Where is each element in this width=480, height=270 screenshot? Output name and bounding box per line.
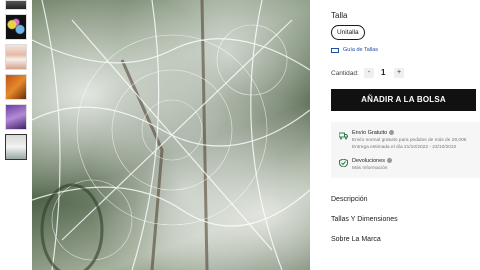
size-label: Talla xyxy=(331,11,348,20)
shipping-title: Envío Gratuito xyxy=(352,130,395,136)
main-product-image xyxy=(32,0,310,270)
thumbnail-0[interactable] xyxy=(5,0,27,10)
thumbnail-1[interactable] xyxy=(5,14,27,40)
shipping-line-2: Entrega estimada el día 21/10/2022 - 23/… xyxy=(352,145,457,150)
size-guide-link[interactable]: Guía de Tallas xyxy=(331,47,378,53)
info-icon[interactable] xyxy=(387,158,393,164)
info-icon[interactable] xyxy=(389,130,395,136)
sizes-section[interactable]: Tallas Y Dimensiones xyxy=(331,216,398,223)
spider-web-artwork xyxy=(32,0,310,270)
thumbnail-3[interactable] xyxy=(5,74,27,100)
quantity-minus-button[interactable]: - xyxy=(364,68,374,78)
thumbnail-4[interactable] xyxy=(5,104,27,130)
quantity-value: 1 xyxy=(381,68,386,77)
product-panel: Talla Unitalla Guía de Tallas Cantidad: … xyxy=(331,0,480,270)
truck-icon xyxy=(339,132,348,140)
shipping-info-box: Envío Gratuito Envío normal gratuito par… xyxy=(331,122,480,178)
description-section[interactable]: Descripción xyxy=(331,196,368,203)
quantity-plus-button[interactable]: + xyxy=(394,68,404,78)
shipping-line-1: Envío normal gratuito para pedidos de má… xyxy=(352,138,467,143)
returns-more-link[interactable]: Más Información xyxy=(352,166,387,171)
thumbnail-list xyxy=(5,0,27,164)
thumbnail-2[interactable] xyxy=(5,44,27,70)
quantity-label: Cantidad: xyxy=(331,70,359,77)
size-option[interactable]: Unitalla xyxy=(331,25,365,40)
shield-icon xyxy=(339,159,348,167)
add-to-bag-button[interactable]: AÑADIR A LA BOLSA xyxy=(331,89,476,111)
ruler-icon xyxy=(331,47,339,53)
brand-section[interactable]: Sobre La Marca xyxy=(331,236,381,243)
returns-title: Devoluciones xyxy=(352,158,393,164)
thumbnail-5-selected[interactable] xyxy=(5,134,27,160)
product-page: Talla Unitalla Guía de Tallas Cantidad: … xyxy=(0,0,480,270)
size-guide-text: Guía de Tallas xyxy=(343,47,379,53)
